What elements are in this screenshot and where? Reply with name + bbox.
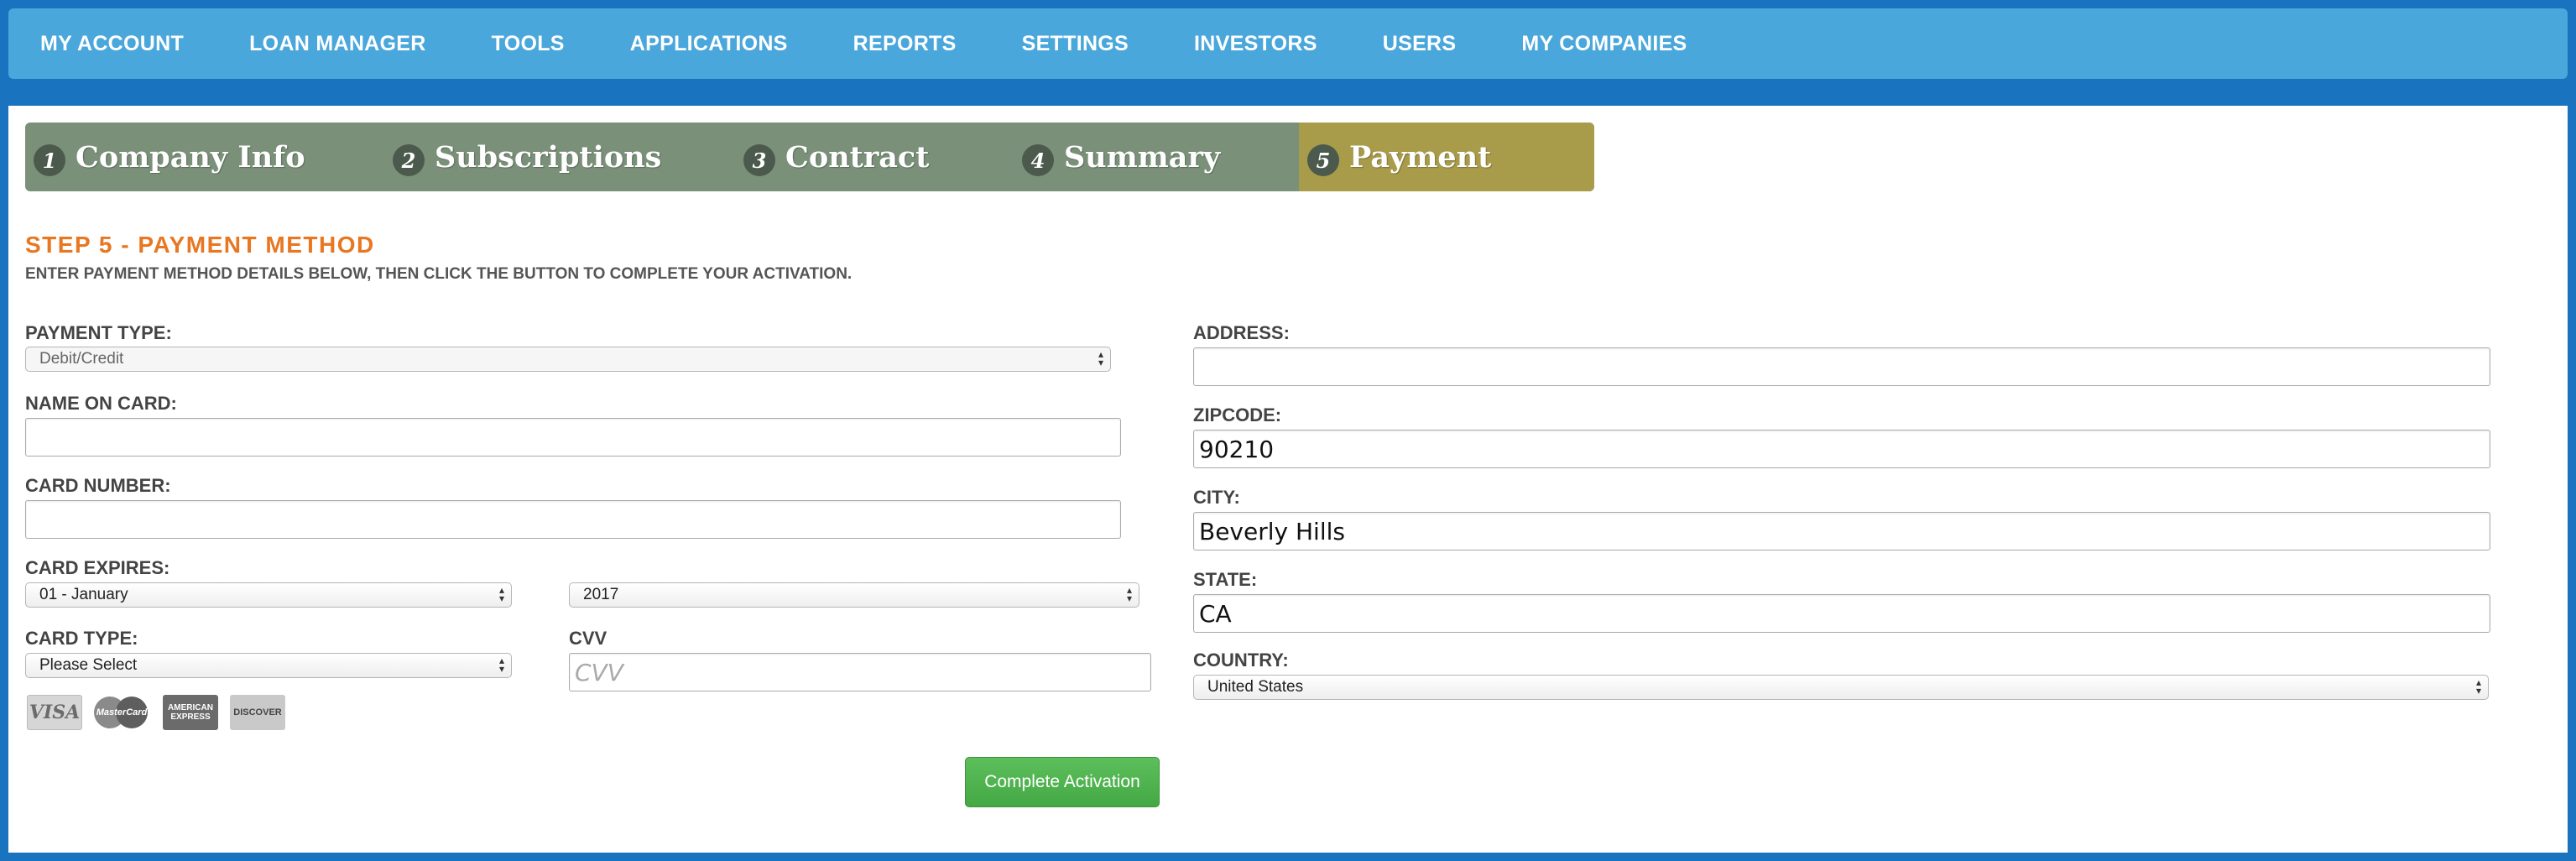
address-label: ADDRESS: bbox=[1193, 322, 1290, 343]
zipcode-input[interactable]: 90210 bbox=[1193, 430, 2490, 468]
discover-icon: DISCOVER bbox=[230, 695, 285, 730]
expiry-year-select[interactable]: 2017 ▴ ▾ bbox=[569, 582, 1139, 608]
section-title: STEP 5 - PAYMENT METHOD bbox=[25, 232, 375, 258]
city-label: CITY: bbox=[1193, 487, 1240, 508]
app-frame: MY ACCOUNT LOAN MANAGER TOOLS APPLICATIO… bbox=[8, 8, 2568, 853]
wizard-steps: 1 Company Info 2 Subscriptions 3 Contrac… bbox=[25, 123, 1594, 191]
select-arrows-icon: ▴ ▾ bbox=[1098, 348, 1103, 368]
step-number: 4 bbox=[1022, 144, 1054, 176]
zipcode-label: ZIPCODE: bbox=[1193, 404, 1282, 425]
card-type-value: Please Select bbox=[39, 656, 138, 674]
step-label: Payment bbox=[1349, 139, 1492, 175]
select-arrows-icon: ▴ ▾ bbox=[498, 584, 504, 604]
step-label: Company Info bbox=[76, 139, 305, 175]
card-type-select[interactable]: Please Select ▴ ▾ bbox=[25, 653, 512, 678]
step-number: 1 bbox=[34, 144, 65, 176]
nav-tools[interactable]: TOOLS bbox=[492, 32, 565, 56]
step-number: 5 bbox=[1307, 144, 1339, 176]
mastercard-text: MasterCard bbox=[96, 707, 148, 718]
complete-activation-button[interactable]: Complete Activation bbox=[965, 757, 1160, 807]
card-number-label: CARD NUMBER: bbox=[25, 475, 171, 496]
nav-applications[interactable]: APPLICATIONS bbox=[630, 32, 788, 56]
name-on-card-input[interactable] bbox=[25, 418, 1121, 457]
cvv-label: CVV bbox=[569, 628, 607, 649]
expiry-year-value: 2017 bbox=[583, 586, 619, 603]
nav-my-companies[interactable]: MY COMPANIES bbox=[1521, 32, 1687, 56]
payment-type-value: Debit/Credit bbox=[39, 350, 124, 368]
nav-settings[interactable]: SETTINGS bbox=[1022, 32, 1129, 56]
state-label: STATE: bbox=[1193, 569, 1258, 590]
step-number: 2 bbox=[393, 144, 425, 176]
step-label: Summary bbox=[1064, 139, 1221, 175]
expiry-month-select[interactable]: 01 - January ▴ ▾ bbox=[25, 582, 512, 608]
main-panel: 1 Company Info 2 Subscriptions 3 Contrac… bbox=[8, 106, 2568, 853]
name-on-card-label: NAME ON CARD: bbox=[25, 393, 177, 414]
step-subscriptions[interactable]: 2 Subscriptions bbox=[384, 123, 735, 191]
nav-users[interactable]: USERS bbox=[1383, 32, 1457, 56]
select-arrows-icon: ▴ ▾ bbox=[2475, 676, 2481, 697]
nav-investors[interactable]: INVESTORS bbox=[1194, 32, 1317, 56]
step-label: Contract bbox=[785, 139, 930, 175]
expiry-month-value: 01 - January bbox=[39, 586, 128, 603]
mastercard-icon: MasterCard bbox=[94, 695, 149, 730]
select-arrows-icon: ▴ ▾ bbox=[1126, 584, 1132, 604]
step-summary[interactable]: 4 Summary bbox=[1014, 123, 1299, 191]
payment-type-label: PAYMENT TYPE: bbox=[25, 322, 172, 343]
nav-loan-manager[interactable]: LOAN MANAGER bbox=[249, 32, 426, 56]
payment-type-select[interactable]: Debit/Credit ▴ ▾ bbox=[25, 347, 1111, 372]
country-value: United States bbox=[1207, 678, 1304, 696]
step-company-info[interactable]: 1 Company Info bbox=[25, 123, 384, 191]
step-number: 3 bbox=[743, 144, 775, 176]
card-type-label: CARD TYPE: bbox=[25, 628, 138, 649]
cvv-input[interactable]: CVV bbox=[569, 653, 1151, 691]
top-nav: MY ACCOUNT LOAN MANAGER TOOLS APPLICATIO… bbox=[8, 8, 2568, 79]
card-number-input[interactable] bbox=[25, 500, 1121, 539]
address-input[interactable] bbox=[1193, 347, 2490, 386]
city-input[interactable]: Beverly Hills bbox=[1193, 512, 2490, 551]
card-expires-label: CARD EXPIRES: bbox=[25, 557, 170, 578]
nav-my-account[interactable]: MY ACCOUNT bbox=[40, 32, 184, 56]
visa-icon: VISA bbox=[27, 695, 82, 730]
state-input[interactable]: CA bbox=[1193, 594, 2490, 633]
amex-icon: AMERICAN EXPRESS bbox=[163, 695, 218, 730]
country-label: COUNTRY: bbox=[1193, 650, 1289, 671]
step-label: Subscriptions bbox=[435, 139, 662, 175]
step-payment[interactable]: 5 Payment bbox=[1299, 123, 1594, 191]
section-subtitle: ENTER PAYMENT METHOD DETAILS BELOW, THEN… bbox=[25, 265, 853, 283]
step-contract[interactable]: 3 Contract bbox=[735, 123, 1014, 191]
country-select[interactable]: United States ▴ ▾ bbox=[1193, 675, 2489, 700]
select-arrows-icon: ▴ ▾ bbox=[498, 655, 504, 675]
nav-reports[interactable]: REPORTS bbox=[853, 32, 957, 56]
